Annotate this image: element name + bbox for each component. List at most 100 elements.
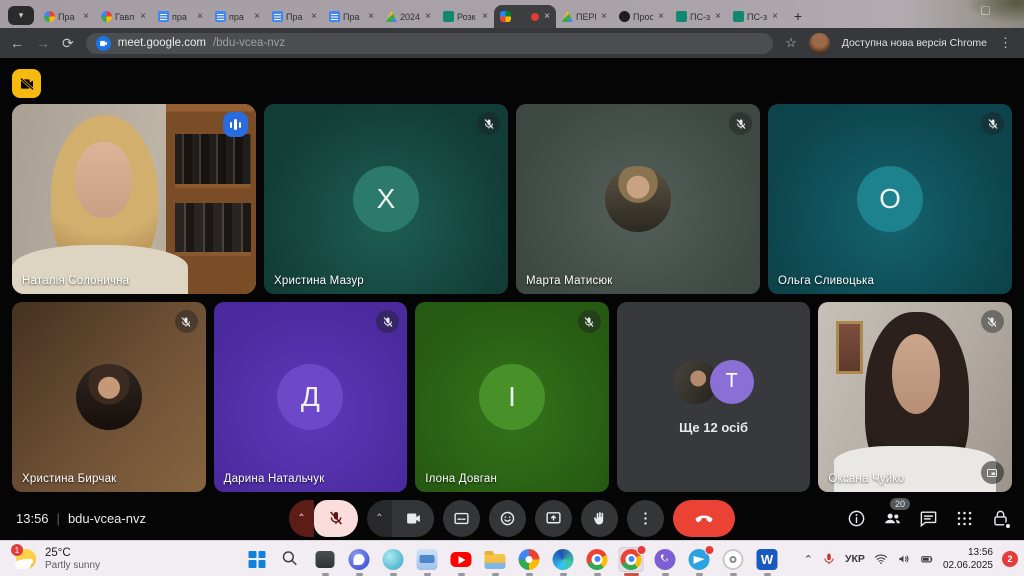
raise-hand-button[interactable] <box>581 500 618 537</box>
tab-close-icon[interactable]: × <box>542 11 552 22</box>
back-button[interactable]: ← <box>10 36 24 50</box>
volume-icon[interactable] <box>897 552 911 566</box>
tab-close-icon[interactable]: × <box>81 11 91 22</box>
taskbar-app-file-explorer[interactable] <box>483 547 508 572</box>
tab-close-icon[interactable]: × <box>138 11 148 22</box>
taskbar-app-camera-dial[interactable] <box>721 547 746 572</box>
overflow-participants-tile[interactable]: Т Ще 12 осіб <box>617 302 811 492</box>
captions-button[interactable] <box>443 500 480 537</box>
participant-tile[interactable]: Наталія Солонична <box>12 104 256 294</box>
tab-close-icon[interactable]: × <box>770 11 780 22</box>
participant-tile[interactable]: Христина Бирчак <box>12 302 206 492</box>
wifi-icon[interactable] <box>874 552 888 566</box>
browser-tab[interactable]: пра × <box>209 5 266 28</box>
browser-tab[interactable]: Пра × <box>323 5 380 28</box>
people-button[interactable]: 20 <box>883 509 902 528</box>
camera-button[interactable] <box>392 500 434 537</box>
camera-permission-icon[interactable] <box>96 36 111 51</box>
browser-tab[interactable]: пра × <box>152 5 209 28</box>
separator: | <box>57 511 60 526</box>
tab-close-icon[interactable]: × <box>656 11 666 22</box>
browser-tab[interactable]: ПС-з × <box>670 5 727 28</box>
browser-tab[interactable]: Гавл × <box>95 5 152 28</box>
profile-avatar[interactable] <box>809 33 830 54</box>
present-screen-button[interactable] <box>535 500 572 537</box>
browser-menu-icon[interactable]: ⋮ <box>999 35 1014 51</box>
taskbar-app-google-photos[interactable] <box>517 547 542 572</box>
tray-overflow-chevron[interactable]: ⌃ <box>804 553 813 566</box>
more-options-button[interactable] <box>627 500 664 537</box>
start-button[interactable] <box>245 547 270 572</box>
address-bar[interactable]: meet.google.com/bdu-vcea-nvz <box>86 33 773 54</box>
taskbar-app-edge[interactable] <box>551 547 576 572</box>
browser-tab[interactable]: 2024 × <box>380 5 437 28</box>
participant-tile[interactable]: І Ілона Довган <box>415 302 609 492</box>
browser-tab[interactable]: ПС-з × <box>727 5 784 28</box>
mic-options-chevron[interactable]: ⌃ <box>289 500 314 537</box>
meeting-info: 13:56 | bdu-vcea-nvz <box>16 511 146 526</box>
speaking-indicator-icon <box>223 112 248 137</box>
tab-close-icon[interactable]: × <box>195 11 205 22</box>
tab-search-button[interactable]: ▾ <box>8 6 34 25</box>
tab-close-icon[interactable]: × <box>480 11 490 22</box>
taskbar-app-telegram[interactable] <box>687 547 712 572</box>
mic-in-use-icon[interactable] <box>822 552 836 566</box>
tab-close-icon[interactable]: × <box>599 11 609 22</box>
participant-tile-self[interactable]: Оксана Чуйко <box>818 302 1012 492</box>
reactions-button[interactable] <box>489 500 526 537</box>
tab-close-icon[interactable]: × <box>366 11 376 22</box>
tab-close-icon[interactable]: × <box>423 11 433 22</box>
participant-tile[interactable]: О Ольга Сливоцька <box>768 104 1012 294</box>
host-controls-button[interactable] <box>991 509 1010 528</box>
weather-condition: Partly sunny <box>45 560 100 573</box>
browser-tab[interactable]: ПЕРЕ × <box>556 5 613 28</box>
new-tab-button[interactable]: + <box>788 6 808 26</box>
chrome-update-button[interactable]: Доступна нова версія Chrome <box>842 37 987 49</box>
camera-options-chevron[interactable]: ⌃ <box>367 500 392 537</box>
search-button[interactable] <box>279 547 304 572</box>
participant-tile[interactable]: Х Христина Мазур <box>264 104 508 294</box>
tab-favicon <box>272 11 283 22</box>
tab-title: ПЕРЕ <box>576 12 596 22</box>
browser-tab[interactable]: Розк × <box>437 5 494 28</box>
taskbar-app-dark-window[interactable] <box>313 547 338 572</box>
browser-tab[interactable]: Пра × <box>38 5 95 28</box>
avatar: І <box>479 364 545 430</box>
participant-tile[interactable]: Д Дарина Натальчук <box>214 302 408 492</box>
activities-button[interactable] <box>955 509 974 528</box>
weather-widget[interactable]: 1 25°C Partly sunny <box>8 541 106 576</box>
tab-title: Пра <box>343 12 363 22</box>
notification-count-badge[interactable]: 2 <box>1002 551 1018 567</box>
meeting-details-button[interactable] <box>847 509 866 528</box>
forward-button[interactable]: → <box>36 36 50 50</box>
browser-tab[interactable]: Пра × <box>266 5 323 28</box>
tab-strip-tabs: Пра × Гавл × пра × пра × Пра × Пра × 202… <box>38 0 784 28</box>
tab-close-icon[interactable]: × <box>309 11 319 22</box>
end-call-button[interactable] <box>673 500 735 537</box>
mic-mute-button[interactable] <box>314 500 358 537</box>
camera-off-alert[interactable] <box>12 69 41 98</box>
taskbar-app-mail[interactable] <box>415 547 440 572</box>
bookmark-icon[interactable]: ☆ <box>785 35 797 51</box>
url-path: /bdu-vcea-nvz <box>213 37 285 49</box>
chat-button[interactable] <box>919 509 938 528</box>
reload-button[interactable]: ⟳ <box>62 36 74 50</box>
taskbar-app-edge-beta[interactable] <box>381 547 406 572</box>
overflow-avatars: Т <box>674 360 754 404</box>
browser-tab[interactable]: × <box>494 5 556 28</box>
weather-temp: 25°C <box>45 546 100 560</box>
participant-tile[interactable]: Марта Матисюк <box>516 104 760 294</box>
taskbar-app-word[interactable]: W <box>755 547 780 572</box>
taskbar-app-teams-chat[interactable] <box>347 547 372 572</box>
language-indicator[interactable]: УКР <box>845 553 865 565</box>
picture-in-picture-icon[interactable] <box>981 461 1004 484</box>
tab-close-icon[interactable]: × <box>252 11 262 22</box>
browser-tab[interactable]: Прос × <box>613 5 670 28</box>
taskbar-app-chrome[interactable] <box>585 547 610 572</box>
tab-close-icon[interactable]: × <box>713 11 723 22</box>
taskbar-app-viber[interactable] <box>653 547 678 572</box>
taskbar-app-chrome-active[interactable] <box>619 547 644 572</box>
clock[interactable]: 13:56 02.06.2025 <box>943 546 993 572</box>
taskbar-app-youtube[interactable] <box>449 547 474 572</box>
battery-icon[interactable] <box>920 552 934 566</box>
